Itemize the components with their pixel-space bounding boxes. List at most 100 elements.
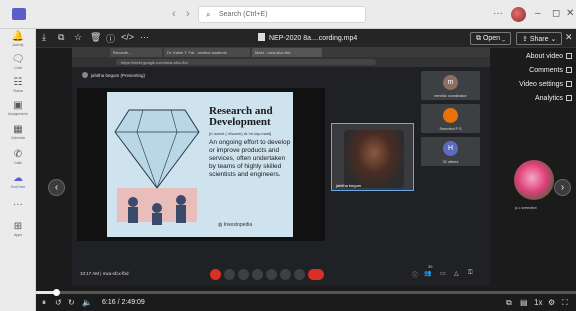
search-icon: ⌕ [206,10,211,19]
menu-comments[interactable]: Comments [529,67,572,74]
volume-icon[interactable]: 🔈 [82,298,92,307]
embed-icon[interactable]: </> [121,32,134,42]
presentation-area: Research and Development [ri-'sarch (ˈrēs… [77,88,325,241]
download-icon[interactable]: ⤓ [42,32,46,43]
search-input[interactable]: ⌕ Search (Ctrl+E) [198,6,366,23]
rail-item-activity[interactable]: 🔔 Activity [0,31,36,48]
rail-label: Activity [12,43,24,47]
rail-item-onedrive[interactable]: ☁ OneDrive [0,173,36,190]
rail-label: Chat [14,66,22,70]
people-icon: 👥 [424,271,432,277]
analytics-icon [566,95,572,101]
rail-item-calendar[interactable]: ▦ Calendar [0,124,36,141]
chat-icon: ▭ [440,271,446,277]
teams-icon: ☷ [13,77,23,88]
next-button[interactable]: › [554,179,571,196]
rewind-10-icon[interactable]: ↺ [55,298,62,307]
settings-icon [566,81,572,87]
close-window-button[interactable]: ✕ [566,8,574,19]
meet-code: mxa-sfcx-fbd [102,271,129,276]
progress-bar[interactable] [36,289,576,296]
speed-icon[interactable]: 1x [534,298,542,307]
forward-arrow-icon[interactable]: › [186,8,190,20]
menu-video-settings[interactable]: Video settings [519,81,572,88]
participant-count: 39 [428,264,433,269]
menu-label: About video [526,53,563,60]
present-icon [266,269,277,280]
captions-icon[interactable]: ▤ [520,298,528,307]
settings-icon[interactable]: ⚙ [548,298,555,307]
rail-label: OneDrive [10,185,26,189]
browser-tab: Dr. Kalim T. Fai - mrsfice.students [164,48,250,57]
copy-link-icon[interactable]: ⧉ [58,32,64,43]
rail-item-teams[interactable]: ☷ Teams [0,77,36,94]
mic-off-icon [210,269,221,280]
file-name: NEP-2020 8a....cording.mp4 [258,33,357,42]
activities-icon: △ [454,271,459,277]
meet-control-bar: 10:17 AM | mxa-sfcx-fbd ⓘ 👥 39 ▭ △ ⚿ [72,264,490,286]
lock-icon: ⚿ [468,270,473,276]
meet-window: jahitha begum (Presenting) Research and … [72,67,490,286]
more-options-icon[interactable]: ··· [140,32,149,42]
comment-icon [566,67,572,73]
participant-tile: m mmrktc coordinator [421,71,480,100]
menu-analytics[interactable]: Analytics [535,95,572,102]
progress-knob[interactable] [52,289,60,296]
info-icon: ⓘ [412,273,419,279]
video-viewer: ⤓ ⧉ ☆ 🗑 ⓘ </> ··· NEP-2020 8a....cording… [36,29,576,311]
participant-avatar: H [443,141,458,156]
share-button[interactable]: ⇪ Share ⌄ [516,32,563,45]
video-file-icon [258,33,265,41]
more-icon: ··· [13,199,23,210]
menu-about-video[interactable]: About video [526,53,572,60]
recorded-browser: Recorde... Dr. Kalim T. Fai - mrsfice.st… [72,47,490,286]
info-icon[interactable]: ⓘ [106,32,115,45]
more-options-icon[interactable]: ··· [493,8,503,19]
diamond-illustration [114,109,200,225]
forward-10-icon[interactable]: ↻ [68,298,75,307]
rail-label: Calendar [10,136,26,140]
slide-title-line: Development [209,116,271,128]
assignments-icon: ▣ [13,100,23,111]
open-label: Open [482,35,501,42]
browser-url: https://meet.google.com/mxa-sfcx-fbd [116,59,376,65]
rail-label: Calls [14,161,22,165]
chat-icon: 🗨 [11,54,25,65]
rail-item-more[interactable]: ··· [0,199,36,211]
rail-item-chat[interactable]: 🗨 Chat [0,54,36,71]
close-viewer-icon[interactable]: ✕ [565,32,573,43]
rail-item-apps[interactable]: ⊞ Apps [0,221,36,238]
panel-icon [566,53,572,59]
fullscreen-icon[interactable]: ⛶ [562,298,568,308]
pause-icon[interactable]: ⏸ [42,298,46,308]
open-button[interactable]: ⧉ Open ⌄ [470,32,512,45]
presenter-text: jahitha begum (Presenting) [91,73,146,78]
back-arrow-icon[interactable]: ‹ [172,8,176,20]
pip-icon[interactable]: ⧉ [506,298,512,308]
presenter-label: jahitha begum (Presenting) [82,72,145,78]
participant-avatar [443,108,458,123]
share-label: Share [529,36,549,43]
delete-icon[interactable]: 🗑 [90,32,101,43]
rail-label: Apps [14,233,22,237]
participant-photo-name: p.c.sreedevi [515,205,537,210]
star-icon[interactable]: ☆ [74,32,82,43]
slide-logo-text: Investopedia [223,222,253,228]
participant-name: mmrktc coordinator [434,94,467,98]
user-avatar[interactable] [511,7,526,22]
speaker-name: jahitha begum [336,183,362,188]
rail-label: Assignments [7,112,29,116]
rail-item-calls[interactable]: ✆ Calls [0,149,36,166]
maximize-button[interactable]: ◻ [552,8,560,19]
slide-body: An ongoing effort to develop or improve … [209,139,291,178]
slide-title: Research and Development [209,106,273,128]
search-placeholder: Search (Ctrl+E) [219,11,268,18]
previous-button[interactable]: ‹ [48,179,65,196]
minimize-button[interactable]: – [535,8,541,19]
apps-icon: ⊞ [13,221,23,232]
rail-item-assignments[interactable]: ▣ Assignments [0,100,36,117]
participant-photo [514,160,554,200]
phone-icon: ✆ [13,149,23,160]
file-name-text: NEP-2020 8a....cording.mp4 [269,35,358,42]
hand-icon [280,269,291,280]
